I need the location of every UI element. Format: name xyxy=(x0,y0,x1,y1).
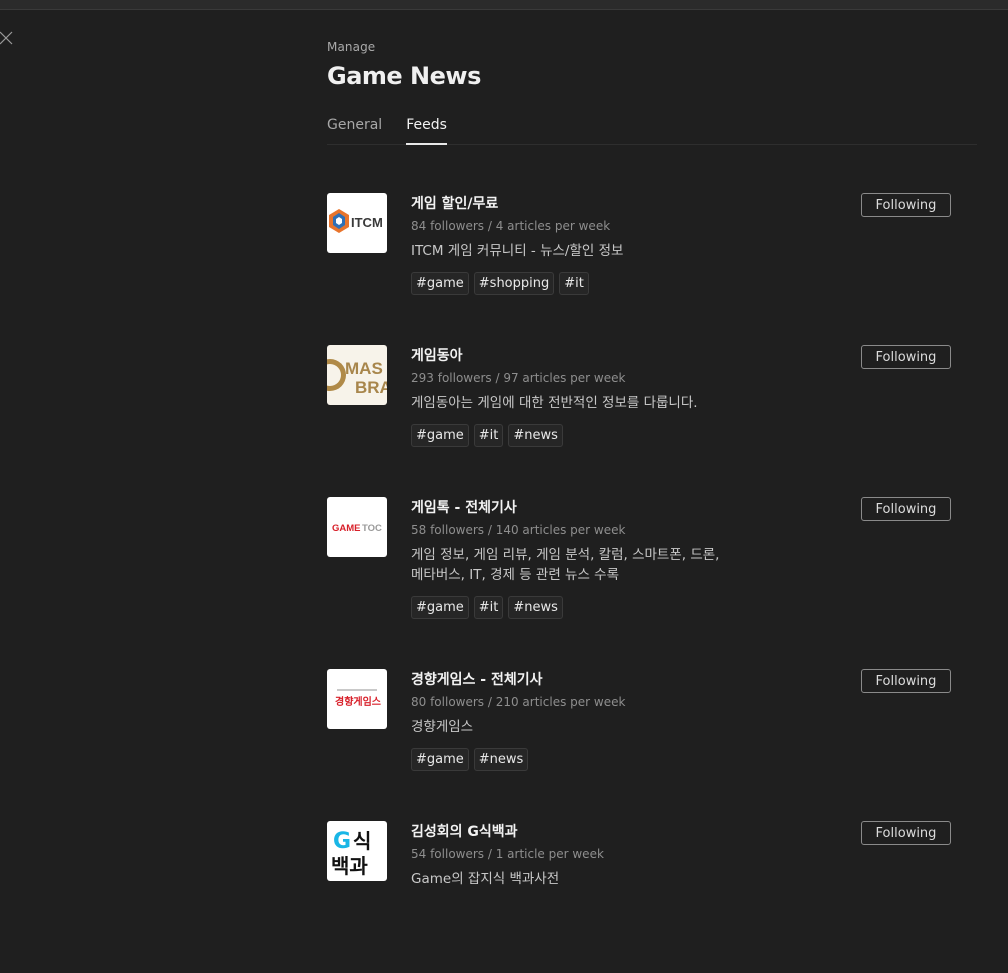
feed-logo-gametoc[interactable]: GAME TOC xyxy=(327,497,387,557)
tag-game[interactable]: #game xyxy=(411,748,469,771)
svg-text:경향게임스: 경향게임스 xyxy=(335,695,381,708)
feed-item: GAME TOC 게임톡 - 전체기사 58 followers / 140 a… xyxy=(327,497,977,669)
feed-title[interactable]: 경향게임스 - 전체기사 xyxy=(411,670,771,690)
tag-game[interactable]: #game xyxy=(411,272,469,295)
feed-description: 경향게임스 xyxy=(411,719,474,735)
feed-logo-gsik[interactable]: G 식 백과 xyxy=(327,821,387,881)
feed-body: 김성회의 G식백과 54 followers / 1 article per w… xyxy=(411,821,771,889)
feed-title[interactable]: 게임동아 xyxy=(411,346,771,366)
feed-logo-khgames[interactable]: 경향게임스 xyxy=(327,669,387,729)
feed-description: 게임 정보, 게임 리뷰, 게임 분석, 칼럼, 스마트폰, 드론, 메타버스,… xyxy=(411,547,720,583)
svg-text:BRA: BRA xyxy=(355,378,387,397)
following-button[interactable]: Following xyxy=(861,497,951,521)
tag-news[interactable]: #news xyxy=(473,748,529,771)
feed-logo-gamedonga[interactable]: MAS BRA xyxy=(327,345,387,405)
page-eyebrow: Manage xyxy=(327,40,376,54)
feed-item: 경향게임스 경향게임스 - 전체기사 80 followers / 210 ar… xyxy=(327,669,977,821)
tab-general[interactable]: General xyxy=(327,116,382,145)
manage-panel: Manage Game News General Feeds ITCM 게임 할… xyxy=(327,40,977,973)
feed-description: Game의 잡지식 백과사전 xyxy=(411,871,560,887)
feed-body: 게임 할인/무료 84 followers / 4 articles per w… xyxy=(411,193,771,295)
feed-item: G 식 백과 김성회의 G식백과 54 followers / 1 articl… xyxy=(327,821,977,973)
feed-stats: 293 followers / 97 articles per week xyxy=(411,371,626,385)
feed-body: 게임톡 - 전체기사 58 followers / 140 articles p… xyxy=(411,497,771,619)
feed-logo-itcm[interactable]: ITCM xyxy=(327,193,387,253)
tag-it[interactable]: #it xyxy=(559,272,589,295)
feed-stats: 54 followers / 1 article per week xyxy=(411,847,604,861)
feed-tags: #game #it #news xyxy=(411,424,771,447)
feed-title[interactable]: 김성회의 G식백과 xyxy=(411,822,771,842)
following-button[interactable]: Following xyxy=(861,345,951,369)
feed-title[interactable]: 게임톡 - 전체기사 xyxy=(411,498,771,518)
feed-stats: 58 followers / 140 articles per week xyxy=(411,523,626,537)
feed-description: ITCM 게임 커뮤니티 - 뉴스/할인 정보 xyxy=(411,243,624,259)
feed-item: ITCM 게임 할인/무료 84 followers / 4 articles … xyxy=(327,193,977,345)
svg-text:GAME: GAME xyxy=(332,523,361,534)
feed-stats: 80 followers / 210 articles per week xyxy=(411,695,626,709)
svg-text:TOC: TOC xyxy=(362,523,382,534)
following-button[interactable]: Following xyxy=(861,193,951,217)
tag-game[interactable]: #game xyxy=(411,596,469,619)
feed-tags: #game #it #news xyxy=(411,596,771,619)
tag-it[interactable]: #it xyxy=(473,596,504,619)
tag-news[interactable]: #news xyxy=(508,424,563,447)
tag-news[interactable]: #news xyxy=(508,596,563,619)
following-button[interactable]: Following xyxy=(861,821,951,845)
feed-title[interactable]: 게임 할인/무료 xyxy=(411,194,771,214)
tab-bar: General Feeds xyxy=(327,116,977,145)
window-top-bar xyxy=(0,0,1008,10)
svg-text:MAS: MAS xyxy=(345,359,383,378)
close-icon[interactable] xyxy=(0,30,14,46)
tag-game[interactable]: #game xyxy=(411,424,469,447)
svg-text:ITCM: ITCM xyxy=(351,215,383,230)
svg-text:식: 식 xyxy=(353,829,371,853)
feed-body: 게임동아 293 followers / 97 articles per wee… xyxy=(411,345,771,447)
feed-tags: #game #shopping #it xyxy=(411,272,771,295)
tag-it[interactable]: #it xyxy=(473,424,504,447)
feed-description: 게임동아는 게임에 대한 전반적인 정보를 다룹니다. xyxy=(411,395,698,411)
feed-tags: #game #news xyxy=(411,748,771,771)
feed-list: ITCM 게임 할인/무료 84 followers / 4 articles … xyxy=(327,193,977,973)
tab-feeds[interactable]: Feeds xyxy=(406,116,447,145)
svg-text:백과: 백과 xyxy=(331,854,368,878)
tag-shopping[interactable]: #shopping xyxy=(473,272,555,295)
svg-text:G: G xyxy=(333,829,351,854)
page-title: Game News xyxy=(327,62,481,90)
following-button[interactable]: Following xyxy=(861,669,951,693)
feed-item: MAS BRA 게임동아 293 followers / 97 articles… xyxy=(327,345,977,497)
feed-body: 경향게임스 - 전체기사 80 followers / 210 articles… xyxy=(411,669,771,771)
feed-stats: 84 followers / 4 articles per week xyxy=(411,219,611,233)
